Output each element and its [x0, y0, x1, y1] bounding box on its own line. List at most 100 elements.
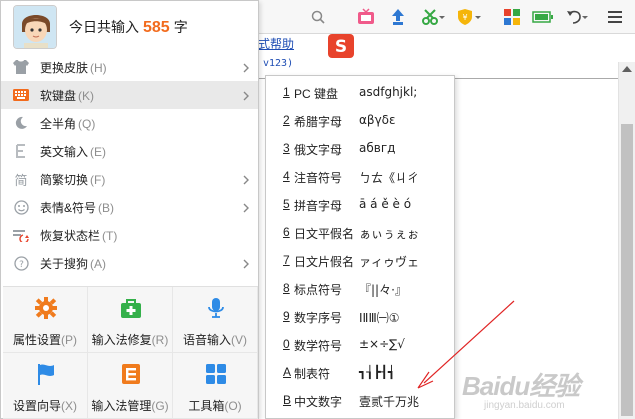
chevron-right-icon [243, 202, 249, 213]
shield-icon[interactable]: ¥ [456, 7, 482, 27]
item-label: 标点符号 [294, 283, 343, 297]
soft-keyboard-item-9[interactable]: 9 数字序号 ⅠⅡⅢ㈠① [266, 303, 454, 331]
quick-action-label: 语音输入(V) [173, 331, 257, 348]
menu-item-4[interactable]: 英文输入 (E) [1, 137, 258, 165]
menu-item-2[interactable]: 软键盘 (K) [1, 81, 258, 109]
menu-item-label: 更换皮肤 (H) [40, 59, 107, 76]
item-sample: ァィゥヴェ [359, 255, 420, 269]
menu-item-shortcut: (E) [90, 145, 107, 159]
item-label: PC 键盘 [294, 87, 339, 101]
soft-keyboard-item-7[interactable]: 7 日文片假名 ァィゥヴェ [266, 247, 454, 275]
menu-item-shortcut: (T) [102, 229, 118, 243]
menu-item-6[interactable]: 表情&符号 (B) [1, 193, 258, 221]
menu-item-label: 全半角 (Q) [40, 115, 95, 132]
menu-item-text: 英文输入 [40, 145, 89, 159]
quick-action-text: 输入法修复 [91, 333, 152, 347]
menu-item-1[interactable]: 更换皮肤 (H) [1, 53, 258, 81]
item-number: A [283, 365, 292, 379]
menu-item-shortcut: (Q) [78, 117, 96, 131]
quick-action-2[interactable]: 输入法修复(R) [88, 287, 173, 353]
quick-action-6[interactable]: 工具箱(O) [173, 353, 258, 419]
smiley-icon [13, 199, 29, 215]
quick-action-text: 工具箱 [188, 399, 225, 413]
item-sample: 『||々·』 [359, 283, 407, 297]
quick-action-text: 语音输入 [182, 333, 231, 347]
download-icon[interactable] [388, 7, 408, 27]
menu-item-text: 软键盘 [40, 89, 77, 103]
battery-icon[interactable] [532, 7, 554, 27]
menu-item-5[interactable]: 简简繁切换 (F) [1, 165, 258, 193]
item-number: B [283, 393, 292, 407]
item-sample: ā á ě è ó [359, 197, 412, 211]
soft-keyboard-item-10[interactable]: 0 数学符号 ±×÷∑√ [266, 331, 454, 359]
quick-action-label: 工具箱(O) [173, 397, 257, 414]
quick-action-text: 输入法管理 [91, 399, 152, 413]
menu-icon[interactable] [606, 7, 624, 27]
menu-item-shortcut: (B) [98, 201, 115, 215]
menu-item-8[interactable]: ? 关于搜狗 (A) [1, 249, 258, 277]
quick-action-shortcut: (R) [151, 333, 169, 347]
menu-item-shortcut: (K) [78, 89, 95, 103]
count-prefix: 今日共输入 [69, 19, 139, 35]
quick-action-1[interactable]: 属性设置(P) [3, 287, 88, 353]
count-number: 585 [143, 19, 170, 36]
scroll-up-arrow-icon[interactable] [622, 66, 632, 72]
quick-action-3[interactable]: 语音输入(V) [173, 287, 258, 353]
avatar[interactable] [13, 5, 57, 49]
item-number: 7 [283, 253, 290, 267]
soft-keyboard-item-8[interactable]: 8 标点符号 『||々·』 [266, 275, 454, 303]
soft-keyboard-item-4[interactable]: 4 注音符号 ㄅㄊ《ㄐㄔ [266, 163, 454, 191]
chevron-right-icon [243, 62, 249, 73]
item-number: 3 [283, 141, 290, 155]
quick-action-5[interactable]: 输入法管理(G) [88, 353, 173, 419]
menu-item-label: 关于搜狗 (A) [40, 255, 106, 272]
item-sample: абвгд [359, 141, 396, 155]
item-number: 1 [283, 85, 290, 99]
gear-icon [35, 297, 57, 319]
tv-extension-icon[interactable] [356, 7, 376, 27]
item-label: 日文片假名 [294, 255, 355, 269]
sogou-logo-icon: S [328, 34, 354, 58]
menu-item-label: 简繁切换 (F) [40, 171, 105, 188]
menu-item-text: 恢复状态栏 [40, 229, 101, 243]
jian-char-icon: 简 [14, 172, 28, 188]
scissors-icon[interactable] [420, 7, 446, 27]
quick-action-4[interactable]: 设置向导(X) [3, 353, 88, 419]
scroll-thumb[interactable] [621, 124, 633, 416]
repair-bag-icon [120, 297, 142, 319]
microphone-icon [205, 297, 227, 319]
soft-keyboard-item-11[interactable]: A 制表符 ┓┧┣┨┪ [266, 359, 454, 387]
item-label: 希腊字母 [294, 115, 343, 129]
menu-item-label: 恢复状态栏 (T) [40, 227, 117, 244]
item-sample: ┓┧┣┨┪ [359, 365, 396, 379]
menu-item-3[interactable]: 全半角 (Q) [1, 109, 258, 137]
apps-grid-icon[interactable] [502, 7, 522, 27]
quick-action-text: 属性设置 [12, 333, 61, 347]
item-number: 0 [283, 337, 290, 351]
ime-context-menu: 今日共输入 585 字 更换皮肤 (H) 软键盘 (K) 全半角 (Q) 英文输入 (E) 简简繁切… [0, 0, 259, 419]
soft-keyboard-submenu: 1 PC 键盘 asdfghjkl; 2 希腊字母 αβγδε 3 俄文字母 абвгд 4 注音符… [265, 75, 455, 419]
soft-keyboard-item-1[interactable]: 1 PC 键盘 asdfghjkl; [266, 79, 454, 107]
menu-header: 今日共输入 585 字 [1, 1, 258, 53]
soft-keyboard-item-2[interactable]: 2 希腊字母 αβγδε [266, 107, 454, 135]
item-sample: 壹贰千万兆 [359, 395, 420, 409]
soft-keyboard-item-12[interactable]: B 中文数字 壹贰千万兆 [266, 387, 454, 415]
soft-keyboard-item-5[interactable]: 5 拼音字母 ā á ě è ó [266, 191, 454, 219]
background-help-link[interactable]: 式帮助 [258, 35, 294, 52]
search-icon[interactable] [310, 7, 326, 27]
quick-actions-grid: 属性设置(P) 输入法修复(R) 语音输入(V) 设置向导(X) 输入法管理(G) 工具箱… [3, 286, 258, 419]
item-label: 注音符号 [294, 171, 343, 185]
svg-text:¥: ¥ [462, 13, 467, 22]
item-sample: ⅠⅡⅢ㈠① [359, 311, 400, 325]
menu-item-text: 更换皮肤 [40, 61, 89, 75]
menu-item-7[interactable]: 恢复状态栏 (T) [1, 221, 258, 249]
soft-keyboard-item-6[interactable]: 6 日文平假名 ぁぃぅぇぉ [266, 219, 454, 247]
chevron-right-icon [243, 90, 249, 101]
keyboard-icon [13, 87, 29, 103]
item-number: 9 [283, 309, 290, 323]
item-number: 6 [283, 225, 290, 239]
undo-icon[interactable] [564, 7, 590, 27]
typing-count: 今日共输入 585 字 [69, 17, 188, 37]
soft-keyboard-item-3[interactable]: 3 俄文字母 абвгд [266, 135, 454, 163]
vertical-scrollbar[interactable] [618, 62, 635, 419]
